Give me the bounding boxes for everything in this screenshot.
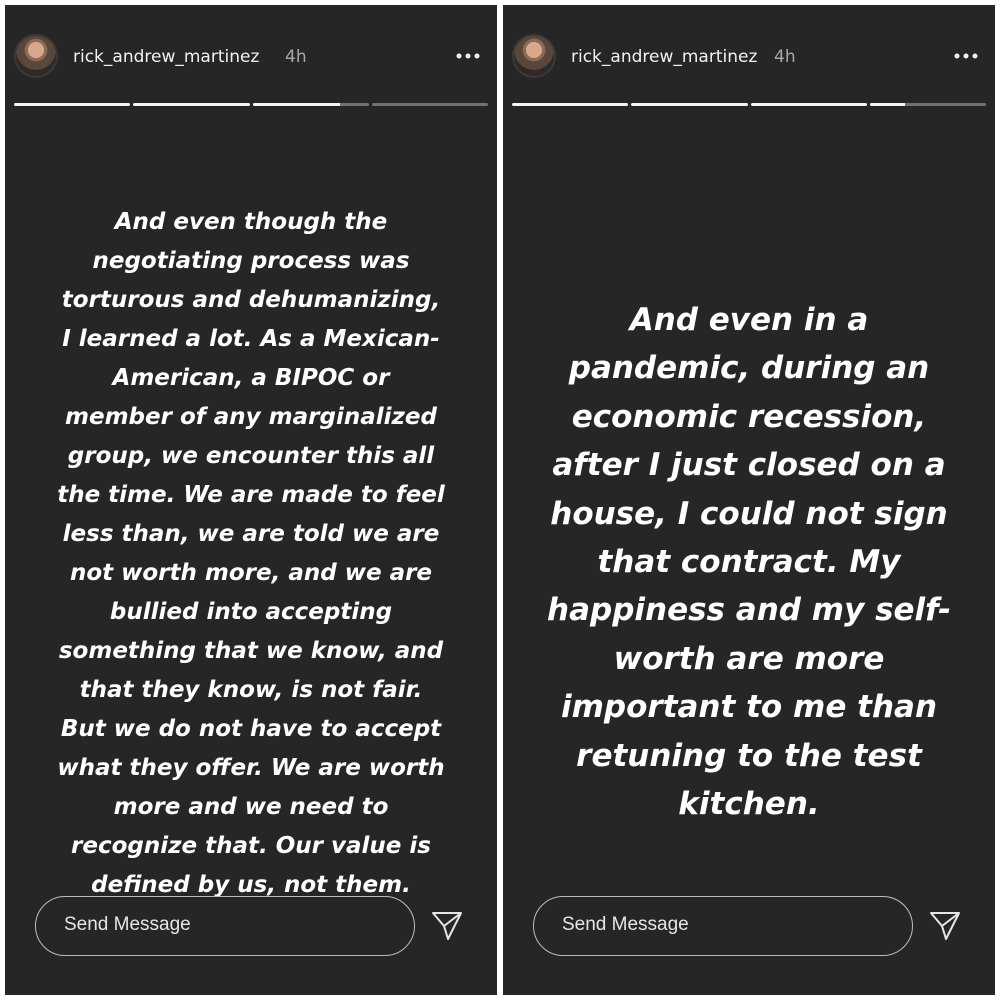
avatar[interactable] <box>512 34 556 78</box>
story-text-line: worth are more <box>613 640 885 677</box>
story-text-line: negotiating process was <box>92 248 410 274</box>
story-panel-right: rick_andrew_martinez 4h And even in a pa… <box>503 5 995 995</box>
story-progress <box>14 103 488 106</box>
story-text-line: not worth more, and we are <box>69 560 433 586</box>
story-text-line: economic recession, <box>571 398 927 435</box>
story-text-line: And even though the <box>114 209 388 235</box>
story-text-line: member of any marginalized <box>65 404 437 430</box>
progress-segment <box>512 103 629 106</box>
more-options-icon[interactable] <box>951 49 981 63</box>
story-text-line: bullied into accepting <box>109 599 393 625</box>
progress-segment <box>869 103 986 106</box>
story-text-line: after I just closed on a <box>552 447 946 484</box>
story-text-line: that contract. My <box>597 544 901 581</box>
progress-segment <box>252 103 369 106</box>
progress-segment <box>371 103 488 106</box>
progress-segment <box>133 103 250 106</box>
progress-segment <box>14 103 131 106</box>
story-text-line: But we do not have to accept <box>60 716 442 742</box>
story-time: 4h <box>774 47 796 67</box>
story-text-line: defined by us, not them. <box>91 872 411 898</box>
send-icon[interactable] <box>430 909 464 943</box>
story-time: 4h <box>285 47 307 67</box>
story-text-line: important to me than <box>560 689 938 726</box>
send-message-field[interactable]: Send Message <box>533 896 913 956</box>
story-text: And even though the negotiating process … <box>23 203 479 905</box>
story-text-line: group, we encounter this all <box>67 443 435 469</box>
story-text-line: happiness and my self- <box>547 592 951 629</box>
story-text-line: kitchen. <box>678 786 820 823</box>
send-message-placeholder: Send Message <box>562 914 689 935</box>
send-icon[interactable] <box>928 909 962 943</box>
story-text-line: what they offer. We are worth <box>57 755 445 781</box>
story-text-line: that they know, is not fair. <box>79 677 423 703</box>
story-text-line: torturous and dehumanizing, <box>61 287 441 313</box>
more-options-icon[interactable] <box>453 49 483 63</box>
progress-segment <box>750 103 867 106</box>
story-text-line: house, I could not sign <box>550 495 948 532</box>
story-text-line: And even in a <box>629 302 869 338</box>
story-text-line: retuning to the test <box>576 737 922 774</box>
story-text-line: American, a BIPOC or <box>112 365 390 391</box>
story-text-line: recognize that. Our value is <box>71 833 431 859</box>
send-message-field[interactable]: Send Message <box>35 896 415 956</box>
username[interactable]: rick_andrew_martinez <box>571 47 757 67</box>
story-text-line: pandemic, during an <box>568 350 930 387</box>
story-text: And even in a pandemic, during an econom… <box>521 296 977 828</box>
story-text-line: more and we need to <box>113 794 389 820</box>
username[interactable]: rick_andrew_martinez <box>73 47 259 67</box>
send-message-placeholder: Send Message <box>64 914 191 935</box>
story-text-line: the time. We are made to feel <box>57 482 445 508</box>
progress-segment <box>631 103 748 106</box>
story-progress <box>512 103 986 106</box>
story-text-line: I learned a lot. As a Mexican- <box>62 326 440 352</box>
avatar[interactable] <box>14 34 58 78</box>
story-text-line: less than, we are told we are <box>62 521 440 547</box>
story-text-line: something that we know, and <box>58 638 444 664</box>
story-panel-left: rick_andrew_martinez 4h And even though … <box>5 5 497 995</box>
